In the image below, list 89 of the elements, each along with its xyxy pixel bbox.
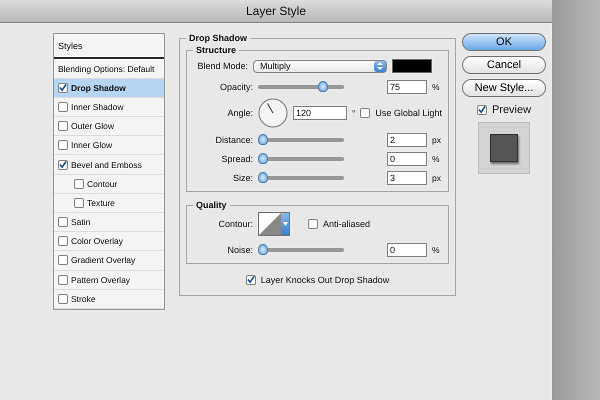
slider-thumb[interactable] xyxy=(258,134,268,144)
checkbox[interactable] xyxy=(74,198,84,208)
checkmark-icon xyxy=(246,275,255,284)
style-item[interactable]: Outer Glow xyxy=(54,117,164,136)
slider-thumb[interactable] xyxy=(258,172,268,182)
style-item[interactable]: Texture xyxy=(54,194,164,213)
blend-mode-select[interactable]: Multiply xyxy=(253,60,387,72)
style-item[interactable]: Inner Glow xyxy=(54,136,164,156)
slider-thumb[interactable] xyxy=(258,152,268,164)
style-label: Color Overlay xyxy=(71,236,123,246)
unit-label: ° xyxy=(352,108,356,118)
unit-label: % xyxy=(432,154,440,164)
field-label: Angle: xyxy=(226,108,253,118)
style-item[interactable]: Color Overlay xyxy=(54,232,164,252)
style-item[interactable]: Stroke xyxy=(54,290,164,309)
value-field[interactable]: 0 xyxy=(387,242,427,256)
style-label: Texture xyxy=(87,198,115,208)
style-label: Outer Glow xyxy=(71,121,114,132)
square-icon xyxy=(490,134,518,162)
checkmark-icon xyxy=(478,105,486,114)
checkbox-label: Layer Knocks Out Drop Shadow xyxy=(260,274,390,284)
checkbox[interactable] xyxy=(58,160,68,170)
slider-thumb[interactable] xyxy=(258,244,268,254)
checkbox[interactable] xyxy=(308,219,318,229)
style-label: Inner Shadow xyxy=(71,102,124,112)
checkmark-icon xyxy=(59,83,67,92)
dialog-button[interactable]: Cancel xyxy=(462,56,546,74)
checkbox[interactable] xyxy=(360,108,370,118)
group-title: Structure xyxy=(195,45,238,55)
unit-label: % xyxy=(432,82,440,92)
angle-dial-icon[interactable] xyxy=(258,98,288,128)
list-header: Styles xyxy=(54,34,164,60)
style-label: Stroke xyxy=(71,294,96,304)
checkbox-label: Use Global Light xyxy=(375,108,442,118)
dialog-button[interactable]: New Style... xyxy=(462,79,546,97)
style-item[interactable]: Gradient Overlay xyxy=(54,251,164,271)
checkbox[interactable] xyxy=(58,121,68,132)
style-item[interactable]: Contour xyxy=(54,174,164,194)
field-label: Opacity: xyxy=(218,82,253,92)
style-label: Drop Shadow xyxy=(71,82,126,93)
checkbox[interactable] xyxy=(58,102,68,112)
field-label: Distance: xyxy=(214,134,253,144)
unit-label: % xyxy=(432,244,440,254)
checkbox[interactable] xyxy=(58,82,68,93)
checkbox[interactable] xyxy=(58,217,68,228)
checkbox[interactable] xyxy=(58,294,68,304)
checkbox[interactable] xyxy=(476,104,487,114)
value-field[interactable]: 75 xyxy=(387,80,427,94)
style-label: Satin xyxy=(71,217,90,228)
checkbox-label: Anti-aliased xyxy=(323,219,370,229)
color-swatch[interactable] xyxy=(392,59,432,73)
checkbox[interactable] xyxy=(58,274,68,285)
value-field[interactable]: 120 xyxy=(293,106,347,120)
value-field[interactable]: 2 xyxy=(387,132,427,146)
value-field[interactable]: 3 xyxy=(387,170,427,184)
checkmark-icon xyxy=(59,160,67,170)
style-label: Bevel and Emboss xyxy=(71,160,142,170)
stepper-icon xyxy=(377,62,383,70)
field-label: Size: xyxy=(232,172,253,182)
style-label: Pattern Overlay xyxy=(71,274,130,285)
value-field[interactable]: 0 xyxy=(387,152,427,166)
field-label: Spread: xyxy=(220,154,253,164)
style-label: Inner Glow xyxy=(71,140,112,150)
caret-icon xyxy=(282,222,288,226)
checkbox-label: Preview xyxy=(492,104,532,116)
unit-label: px xyxy=(432,134,441,144)
style-label: Gradient Overlay xyxy=(71,255,136,266)
field-label: Contour: xyxy=(217,219,253,229)
style-item[interactable]: Inner Shadow xyxy=(54,98,164,118)
style-label: Blending Options: Default xyxy=(58,64,154,74)
field-label: Noise: xyxy=(226,244,253,254)
section-title: Drop Shadow xyxy=(188,33,248,43)
style-item[interactable]: Drop Shadow xyxy=(54,78,164,98)
checkbox[interactable] xyxy=(58,140,68,150)
group-title: Quality xyxy=(195,200,228,210)
style-item[interactable]: Pattern Overlay xyxy=(54,270,164,290)
style-label: Contour xyxy=(87,178,118,189)
checkbox[interactable] xyxy=(74,178,84,189)
checkbox[interactable] xyxy=(58,255,68,266)
dialog-button[interactable]: OK xyxy=(462,33,546,51)
contour-picker[interactable] xyxy=(258,212,290,236)
checkbox[interactable] xyxy=(246,274,256,284)
window-title: Layer Style xyxy=(0,0,552,23)
field-label: Blend Mode: xyxy=(196,61,248,71)
style-item[interactable]: Satin xyxy=(54,212,164,232)
unit-label: px xyxy=(432,172,441,182)
style-item[interactable]: Bevel and Emboss xyxy=(54,155,164,175)
slider-thumb[interactable] xyxy=(318,80,328,92)
checkbox[interactable] xyxy=(58,236,68,246)
